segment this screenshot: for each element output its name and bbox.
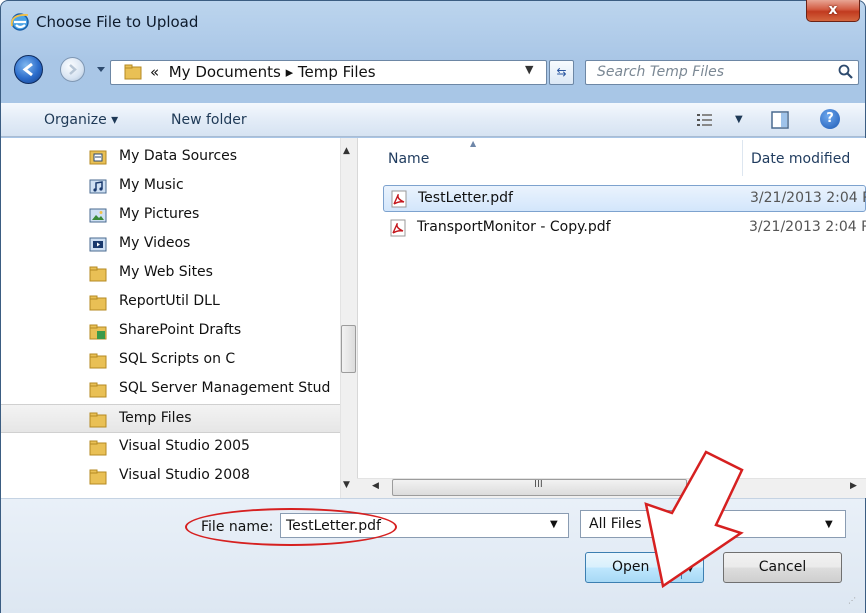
scroll-down-icon[interactable]: ▼: [343, 480, 350, 490]
navigation-pane[interactable]: My Data Sources My Music My Pictures My …: [1, 138, 340, 498]
file-date: 3/21/2013 2:04 P: [749, 219, 866, 235]
tree-item-label: SQL Server Management Stud: [119, 380, 331, 396]
tree-item-label: My Music: [119, 177, 184, 193]
preview-pane-icon[interactable]: [770, 110, 790, 130]
tree-item-my-pictures[interactable]: My Pictures: [1, 201, 340, 230]
tree-item-label: My Web Sites: [119, 264, 213, 280]
pdf-icon: [390, 219, 406, 237]
tree-item-label: Visual Studio 2008: [119, 467, 250, 483]
forward-button[interactable]: [60, 57, 85, 82]
breadcrumb[interactable]: My Documents ▸ Temp Files: [169, 63, 376, 81]
file-name: TransportMonitor - Copy.pdf: [417, 219, 611, 235]
tree-scrollbar[interactable]: [340, 138, 357, 498]
folder-icon: [89, 440, 107, 456]
file-type-value[interactable]: All Files: [589, 516, 642, 532]
column-header-date-modified[interactable]: Date modified: [751, 151, 850, 167]
open-button-label: Open: [612, 559, 650, 575]
tree-item-reportutil-dll[interactable]: ReportUtil DLL: [1, 288, 340, 317]
column-divider[interactable]: [742, 140, 743, 176]
open-dropdown-icon[interactable]: ▼: [686, 561, 694, 574]
column-header-name[interactable]: Name: [388, 151, 429, 167]
tree-item-my-web-sites[interactable]: My Web Sites: [1, 259, 340, 288]
tree-item-label: My Pictures: [119, 206, 200, 222]
address-dropdown-icon[interactable]: ▼: [525, 63, 533, 76]
scroll-grip-icon: III: [534, 479, 543, 490]
tree-item-temp-files[interactable]: Temp Files: [1, 404, 340, 433]
tree-item-label: Temp Files: [119, 410, 192, 426]
search-icon[interactable]: [838, 64, 854, 80]
data-sources-icon: [89, 150, 107, 165]
close-button[interactable]: x: [806, 0, 860, 22]
sort-ascending-icon: ▲: [470, 139, 477, 148]
file-row-testletter[interactable]: TestLetter.pdf 3/21/2013 2:04 P: [383, 185, 866, 212]
tree-item-label: ReportUtil DLL: [119, 293, 220, 309]
recent-pages-dropdown-icon[interactable]: [96, 64, 106, 74]
tree-item-sharepoint-drafts[interactable]: SharePoint Drafts: [1, 317, 340, 346]
folder-icon: [89, 412, 107, 428]
tree-scroll-thumb[interactable]: [341, 325, 356, 373]
tree-item-label: Visual Studio 2005: [119, 438, 250, 454]
scroll-right-icon[interactable]: ▶: [850, 481, 857, 491]
file-type-dropdown-icon[interactable]: ▼: [825, 519, 833, 530]
folder-icon: [89, 266, 107, 282]
address-path[interactable]: « My Documents ▸ Temp Files: [150, 63, 376, 81]
pdf-icon: [391, 190, 407, 208]
overflow-chevron[interactable]: «: [150, 63, 159, 81]
tree-item-sql-server-management-stud[interactable]: SQL Server Management Stud: [1, 375, 340, 404]
sharepoint-folder-icon: [89, 324, 107, 340]
folder-icon: [89, 353, 107, 369]
refresh-icon: ⇆: [556, 65, 567, 79]
tree-item-my-videos[interactable]: My Videos: [1, 230, 340, 259]
organize-button[interactable]: Organize ▾: [44, 112, 118, 128]
file-name-dropdown-icon[interactable]: ▼: [550, 519, 558, 530]
file-date: 3/21/2013 2:04 P: [750, 190, 866, 206]
scroll-up-icon[interactable]: ▲: [343, 146, 350, 156]
cancel-button[interactable]: Cancel: [723, 552, 842, 583]
open-split-divider: [681, 556, 682, 579]
back-button[interactable]: [14, 55, 43, 84]
resize-grip-icon[interactable]: ⋰: [848, 596, 856, 605]
views-dropdown-icon[interactable]: ▼: [735, 114, 743, 125]
back-arrow-icon: [22, 62, 33, 77]
tree-item-label: SQL Scripts on C: [119, 351, 236, 367]
file-row-transportmonitor-copy[interactable]: TransportMonitor - Copy.pdf 3/21/2013 2:…: [383, 215, 866, 242]
folder-icon: [89, 295, 107, 311]
tree-item-label: My Data Sources: [119, 148, 238, 164]
window-title: Choose File to Upload: [36, 13, 199, 31]
views-icon[interactable]: [696, 112, 714, 128]
music-icon: [89, 179, 107, 194]
videos-icon: [89, 237, 107, 252]
tree-item-my-data-sources[interactable]: My Data Sources: [1, 143, 340, 172]
tree-item-label: My Videos: [119, 235, 191, 251]
new-folder-button[interactable]: New folder: [171, 112, 247, 128]
file-name: TestLetter.pdf: [418, 190, 513, 206]
forward-arrow-icon: [69, 64, 77, 75]
tree-item-label: SharePoint Drafts: [119, 322, 242, 338]
tree-item-visual-studio-2008[interactable]: Visual Studio 2008: [1, 462, 340, 491]
internet-explorer-icon: [10, 13, 29, 31]
tree-item-my-music[interactable]: My Music: [1, 172, 340, 201]
refresh-button[interactable]: ⇆: [549, 60, 574, 85]
folder-icon: [89, 469, 107, 485]
pictures-icon: [89, 208, 107, 223]
tree-item-visual-studio-2005[interactable]: Visual Studio 2005: [1, 433, 340, 462]
folder-icon: [124, 64, 142, 80]
annotation-ellipse: [185, 508, 397, 546]
folder-icon: [89, 382, 107, 398]
search-input[interactable]: Search Temp Files: [597, 64, 724, 80]
help-icon[interactable]: ?: [820, 109, 840, 129]
tree-item-sql-scripts-on-c[interactable]: SQL Scripts on C: [1, 346, 340, 375]
scroll-left-icon[interactable]: ◀: [372, 481, 379, 491]
